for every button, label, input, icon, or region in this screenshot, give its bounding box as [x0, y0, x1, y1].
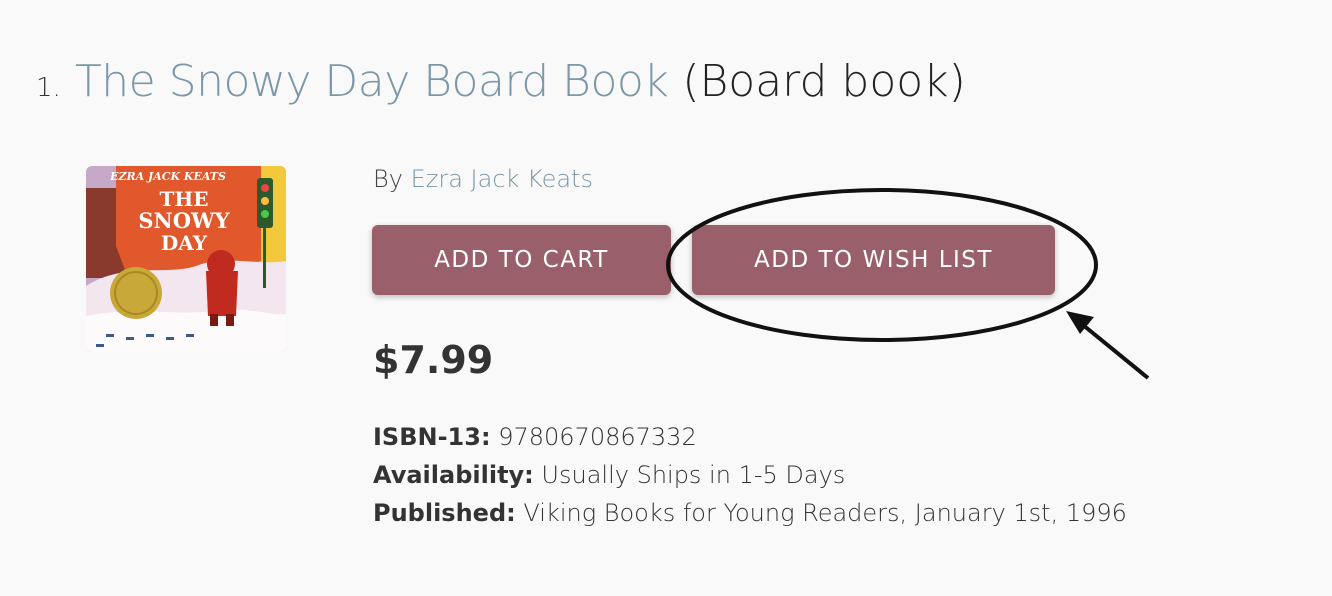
published-label: Published: [373, 499, 516, 527]
add-to-cart-button[interactable]: ADD TO CART [372, 225, 671, 295]
book-price: $7.99 [373, 338, 494, 382]
add-to-wish-list-button[interactable]: ADD TO WISH LIST [692, 225, 1055, 295]
cover-title-line2: SNOWY [138, 208, 230, 233]
availability-label: Availability: [373, 461, 534, 489]
byline-prefix: By [373, 165, 403, 193]
book-cover-image[interactable]: EZRA JACK KEATS THE SNOWY DAY [86, 166, 286, 352]
result-number: 1. [36, 73, 61, 103]
cover-author-text: EZRA JACK KEATS [109, 170, 226, 183]
cover-title-line3: DAY [161, 231, 208, 255]
availability-row: Availability: Usually Ships in 1-5 Days [373, 456, 1127, 494]
isbn-row: ISBN-13: 9780670867332 [373, 418, 1127, 456]
arrow-head [1066, 311, 1094, 334]
published-value: Viking Books for Young Readers, January … [523, 499, 1127, 527]
author-link[interactable]: Ezra Jack Keats [411, 165, 593, 193]
book-format: (Board book) [682, 56, 966, 107]
book-title-link[interactable]: The Snowy Day Board Book [75, 56, 669, 107]
published-row: Published: Viking Books for Young Reader… [373, 494, 1127, 532]
search-result: 1. The Snowy Day Board Book (Board book) [0, 0, 1332, 596]
availability-value: Usually Ships in 1-5 Days [541, 461, 846, 489]
arrow-shaft [1070, 314, 1150, 380]
isbn-label: ISBN-13: [373, 423, 491, 451]
book-details: ISBN-13: 9780670867332 Availability: Usu… [373, 418, 1127, 532]
result-heading: 1. The Snowy Day Board Book (Board book) [36, 52, 966, 118]
isbn-value: 9780670867332 [498, 423, 697, 451]
byline: By Ezra Jack Keats [373, 162, 593, 196]
